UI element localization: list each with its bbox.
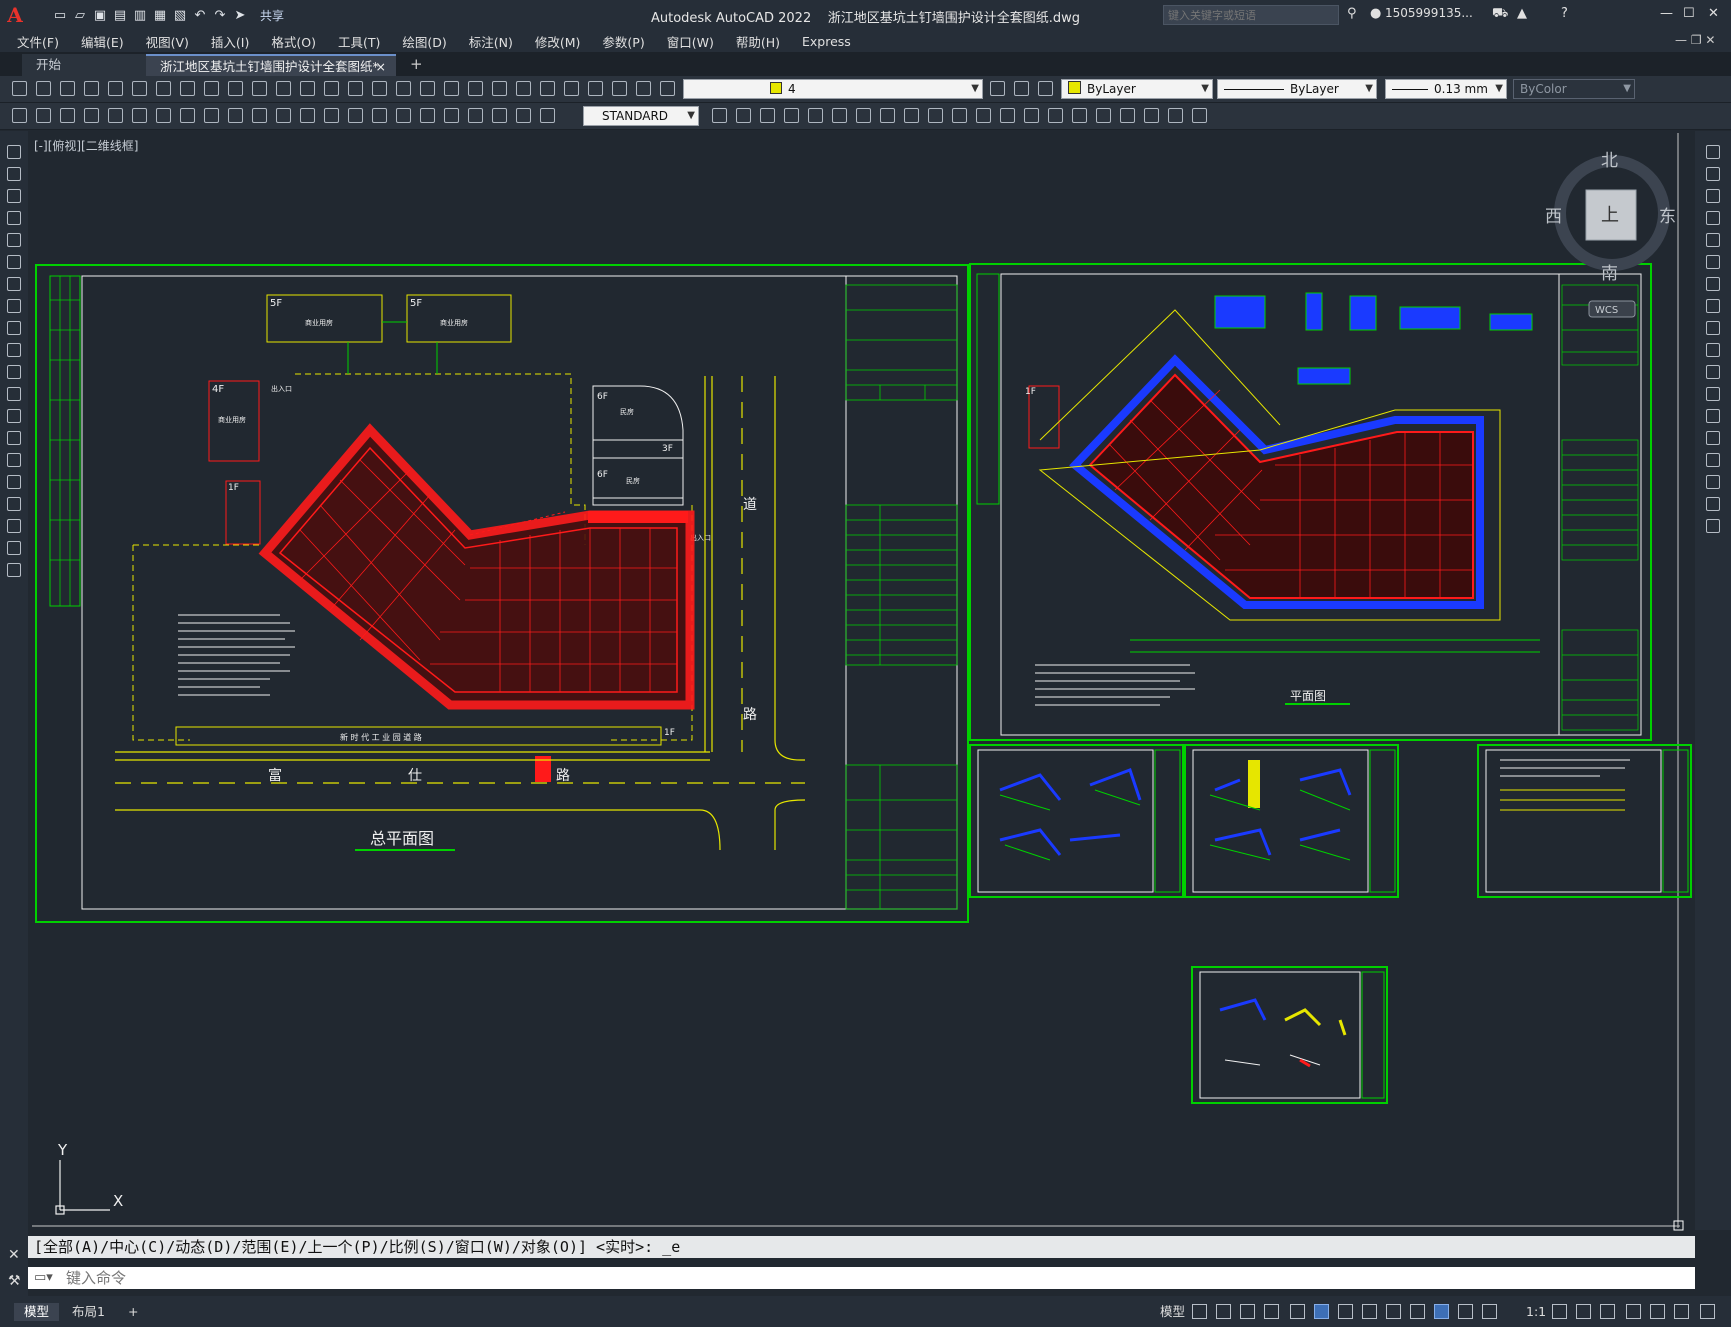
status-tool-icon-1[interactable] xyxy=(1192,1304,1207,1319)
status-tool-icon-9[interactable] xyxy=(1386,1304,1401,1319)
status-tool-icon-20[interactable] xyxy=(1700,1304,1715,1319)
road-label-lu: 路 xyxy=(556,768,570,784)
model-space-button[interactable]: 模型 xyxy=(1150,1303,1195,1321)
plan-title: 平面图 xyxy=(1290,689,1326,703)
command-line-handle[interactable]: ✕ ⚒ xyxy=(0,1230,28,1296)
viewcube-east: 东 xyxy=(1659,207,1676,227)
road-label-shi: 仕 xyxy=(408,768,422,784)
viewcube[interactable]: 上 北 南 西 东 WCS xyxy=(1545,151,1676,318)
ucs-icon xyxy=(55,1160,110,1215)
road-vertical-label-1: 道 xyxy=(743,497,757,513)
status-tool-icon-2[interactable] xyxy=(1216,1304,1231,1319)
sheet1-left-binding xyxy=(49,275,81,607)
road-label-fu: 富 xyxy=(268,767,282,784)
plan-excavation-inner xyxy=(1088,373,1474,599)
viewcube-top: 上 xyxy=(1601,205,1619,226)
status-tool-icon-15[interactable] xyxy=(1576,1304,1591,1319)
site-notes xyxy=(178,614,295,696)
tab-layout1[interactable]: 布局1 xyxy=(62,1303,115,1321)
status-tool-icon-4[interactable] xyxy=(1264,1304,1279,1319)
drawing-svg[interactable]: 5F 5F 商业用房 商业用房 4F 商业用房 出入口 1F 6F 6F 3F … xyxy=(0,0,1731,1327)
command-input[interactable]: ▭▾ 键入命令 xyxy=(28,1267,1695,1289)
sheet1-titleblock xyxy=(845,275,958,910)
viewcube-west: 西 xyxy=(1545,207,1562,227)
sheet2-binding xyxy=(976,273,1000,505)
status-tool-icon-3[interactable] xyxy=(1240,1304,1255,1319)
bldg-5f-a-use: 商业用房 xyxy=(305,318,333,327)
status-tool-icon-6[interactable] xyxy=(1314,1304,1329,1319)
sheet1-titleblock-lines xyxy=(845,284,958,910)
wcs-label: WCS xyxy=(1595,305,1618,316)
bldg-6f-a-label: 6F xyxy=(597,392,608,402)
bldg-5f-a-label: 5F xyxy=(270,298,282,309)
bldg-5f-b-use: 商业用房 xyxy=(440,318,468,327)
status-tool-icon-13[interactable] xyxy=(1482,1304,1497,1319)
bldg-6f-use-b: 民房 xyxy=(626,476,640,485)
status-tool-icon-11[interactable] xyxy=(1434,1304,1449,1319)
viewcube-south: 南 xyxy=(1601,264,1618,284)
plan-notes xyxy=(1035,664,1195,706)
ucs-y-label: Y xyxy=(57,1141,68,1159)
bldg-6f-use: 民房 xyxy=(620,407,634,416)
sheet1-binding-grid xyxy=(50,276,80,606)
annotation-scale[interactable]: 1:1 xyxy=(1516,1303,1556,1321)
detail-sheet-3 xyxy=(1477,744,1692,898)
status-bar: 模型 布局1 + 模型 1:1 xyxy=(0,1296,1731,1327)
entrance-label: 出入口 xyxy=(271,384,292,393)
detail-sheet-2 xyxy=(1184,744,1399,898)
road-vertical-label-2: 路 xyxy=(743,707,757,723)
bldg-3f-label: 3F xyxy=(662,444,673,454)
sheet2-titleblock xyxy=(1558,273,1642,736)
bldg-1f-label: 1F xyxy=(228,483,239,493)
command-prompt-icon[interactable]: ▭▾ xyxy=(34,1267,53,1289)
bldg-6f-b-label: 6F xyxy=(597,470,608,480)
add-layout-button[interactable]: + xyxy=(118,1303,148,1321)
status-tool-icon-5[interactable] xyxy=(1290,1304,1305,1319)
sheet2-details xyxy=(1214,292,1533,385)
command-placeholder: 键入命令 xyxy=(66,1269,127,1287)
status-tool-icon-10[interactable] xyxy=(1410,1304,1425,1319)
south-road-label: 新 时 代 工 业 园 道 路 xyxy=(340,732,422,742)
status-tool-icon-12[interactable] xyxy=(1458,1304,1473,1319)
status-tool-icon-17[interactable] xyxy=(1626,1304,1641,1319)
bldg-5f-b-label: 5F xyxy=(410,298,422,309)
wrench-icon[interactable]: ⚒ xyxy=(8,1273,21,1289)
detail-sheet-4 xyxy=(1191,966,1388,1104)
command-history: [全部(A)/中心(C)/动态(D)/范围(E)/上一个(P)/比例(S)/窗口… xyxy=(28,1236,1695,1258)
status-tool-icon-18[interactable] xyxy=(1650,1304,1665,1319)
bldg-1f-b-label: 1F xyxy=(664,728,675,738)
status-tool-icon-8[interactable] xyxy=(1362,1304,1377,1319)
plan-1f-label: 1F xyxy=(1025,387,1036,397)
bldg-4f-use: 商业用房 xyxy=(218,415,246,424)
tab-model[interactable]: 模型 xyxy=(14,1303,60,1321)
status-tool-icon-19[interactable] xyxy=(1674,1304,1689,1319)
site-plan-title: 总平面图 xyxy=(370,829,434,848)
status-tool-icon-7[interactable] xyxy=(1338,1304,1353,1319)
sheet2-titleblock-lines xyxy=(1561,284,1639,731)
viewcube-north: 北 xyxy=(1601,151,1618,171)
close-icon[interactable]: ✕ xyxy=(8,1247,20,1263)
bldg-4f-label: 4F xyxy=(212,384,224,395)
detail-sheet-1 xyxy=(969,744,1184,898)
ucs-x-label: X xyxy=(113,1192,123,1210)
status-tool-icon-16[interactable] xyxy=(1600,1304,1615,1319)
site-red-strip xyxy=(588,511,688,523)
